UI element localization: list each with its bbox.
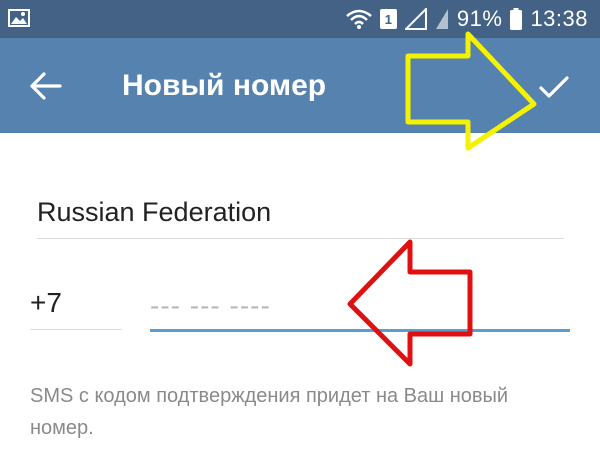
clock: 13:38 xyxy=(530,6,588,31)
phone-number-input[interactable] xyxy=(150,283,570,332)
status-bar: 1 91% 13:38 xyxy=(0,0,600,38)
country-selector[interactable]: Russian Federation xyxy=(37,192,564,239)
signal-icon-2 xyxy=(435,9,448,29)
battery-icon xyxy=(510,8,523,30)
page-title: Новый номер xyxy=(122,69,327,102)
app-bar: Новый номер xyxy=(0,38,600,133)
signal-icon xyxy=(404,8,427,30)
country-code-field[interactable]: +7 xyxy=(30,283,122,330)
sim-icon: 1 xyxy=(379,9,397,29)
wifi-icon xyxy=(346,9,372,29)
battery-percent: 91% xyxy=(456,6,503,31)
checkmark-icon[interactable] xyxy=(534,68,574,106)
image-icon xyxy=(8,9,30,27)
sms-hint-text: SMS с кодом подтверждения придет на Ваш … xyxy=(30,385,509,439)
back-arrow-icon[interactable] xyxy=(24,66,68,106)
status-icons: 1 91% 13:38 xyxy=(346,0,588,38)
